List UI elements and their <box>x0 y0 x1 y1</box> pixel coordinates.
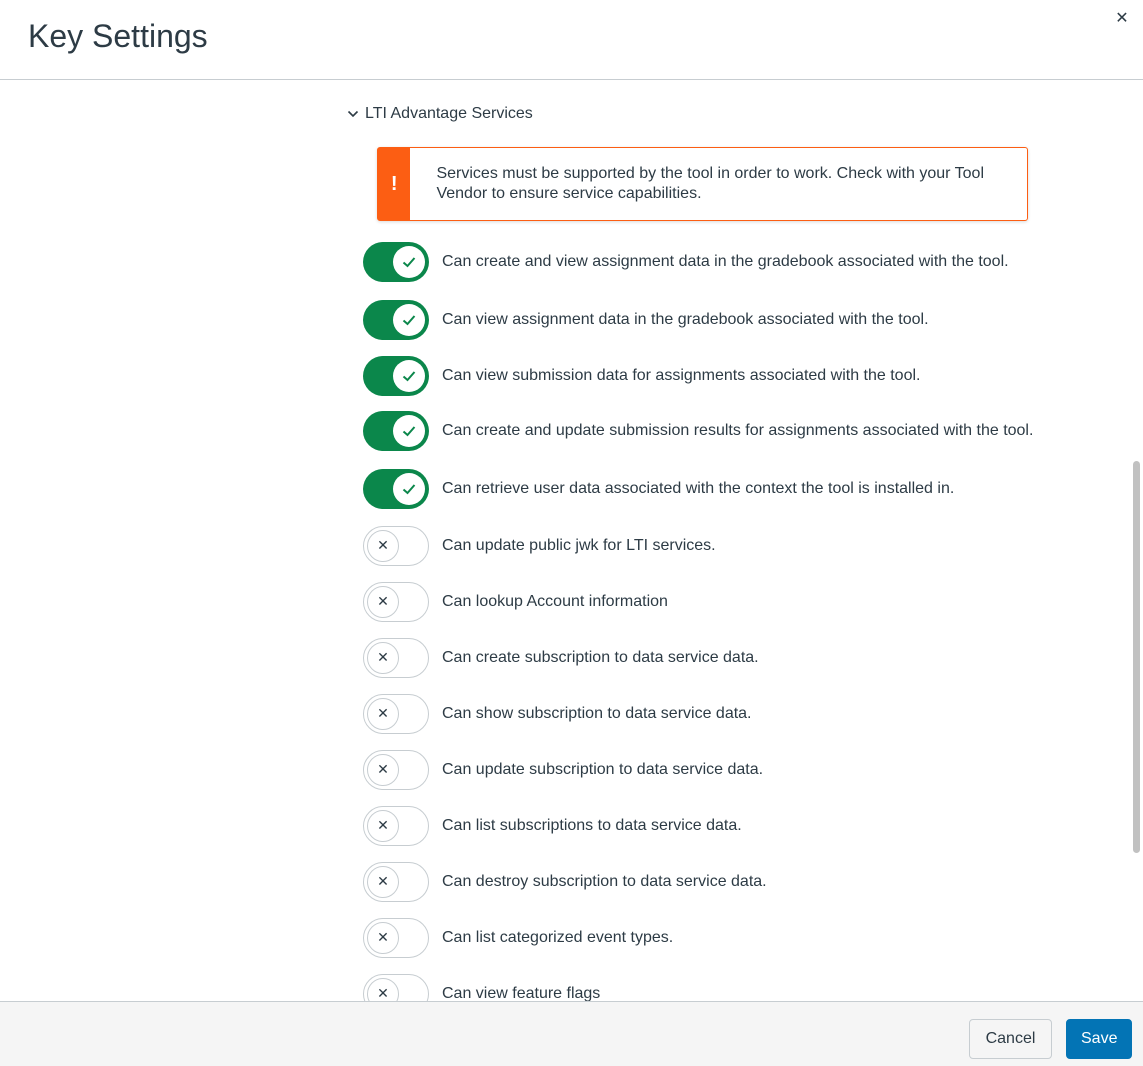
toggle-knob <box>393 415 425 447</box>
scrollbar-track[interactable] <box>1129 81 1143 1001</box>
save-button[interactable]: Save <box>1066 1019 1132 1059</box>
service-toggle-label: Can update public jwk for LTI services. <box>442 537 716 554</box>
service-toggle-label: Can view assignment data in the gradeboo… <box>442 311 929 328</box>
toggle-knob <box>393 304 425 336</box>
x-icon: ✕ <box>377 538 389 554</box>
section-label: LTI Advantage Services <box>365 105 533 122</box>
x-icon: ✕ <box>377 930 389 946</box>
close-icon: ✕ <box>1115 7 1129 27</box>
x-icon: ✕ <box>377 706 389 722</box>
toggle-knob: ✕ <box>367 586 399 618</box>
x-icon: ✕ <box>377 762 389 778</box>
x-icon: ✕ <box>377 594 389 610</box>
service-toggle-switch[interactable]: ✕ <box>363 974 429 1001</box>
x-icon: ✕ <box>377 650 389 666</box>
toggle-knob: ✕ <box>367 978 399 1001</box>
checkmark-icon <box>402 315 416 326</box>
service-toggle-row: Can view submission data for assignments… <box>363 356 1043 396</box>
toggle-knob <box>393 473 425 505</box>
service-toggle-label: Can retrieve user data associated with t… <box>442 480 955 497</box>
service-toggle-label: Can show subscription to data service da… <box>442 705 752 722</box>
x-icon: ✕ <box>377 818 389 834</box>
service-toggle-row: ✕ Can lookup Account information <box>363 582 1043 622</box>
chevron-down-icon <box>347 110 359 118</box>
service-toggle-label: Can view feature flags <box>442 985 601 1001</box>
service-toggle-row: Can retrieve user data associated with t… <box>363 469 1043 509</box>
service-toggle-row: ✕ Can update subscription to data service… <box>363 750 1043 790</box>
warning-alert: ! Services must be supported by the tool… <box>377 147 1028 221</box>
warning-icon: ! <box>378 148 411 220</box>
toggle-knob: ✕ <box>367 642 399 674</box>
service-toggle-label: Can view submission data for assignments… <box>442 367 921 384</box>
service-toggle-row: ✕ Can show subscription to data service d… <box>363 694 1043 734</box>
service-toggle-switch[interactable]: ✕ <box>363 582 429 622</box>
toggle-knob: ✕ <box>367 810 399 842</box>
service-toggle-row: ✕ Can list categorized event types. <box>363 918 1043 958</box>
scrollbar-thumb[interactable] <box>1133 461 1140 853</box>
service-toggle-switch[interactable] <box>363 242 429 282</box>
service-toggle-row: ✕ Can create subscription to data service… <box>363 638 1043 678</box>
service-toggle-label: Can lookup Account information <box>442 593 668 610</box>
service-toggle-row: Can create and view assignment data in t… <box>363 242 1043 282</box>
modal-header: Key Settings ✕ <box>0 0 1143 80</box>
toggle-knob: ✕ <box>367 530 399 562</box>
checkmark-icon <box>402 257 416 268</box>
modal-footer: Cancel Save <box>0 1001 1143 1066</box>
toggle-knob <box>393 246 425 278</box>
service-toggle-label: Can create subscription to data service … <box>442 649 759 666</box>
service-toggle-label: Can destroy subscription to data service… <box>442 873 767 890</box>
service-toggle-label: Can create and view assignment data in t… <box>442 253 1009 270</box>
service-toggle-switch[interactable]: ✕ <box>363 918 429 958</box>
service-toggle-switch[interactable]: ✕ <box>363 638 429 678</box>
service-toggle-row: Can view assignment data in the gradeboo… <box>363 300 1043 340</box>
checkmark-icon <box>402 426 416 437</box>
service-toggle-row: ✕ Can view feature flags <box>363 974 1043 1001</box>
service-toggle-switch[interactable] <box>363 469 429 509</box>
toggle-knob: ✕ <box>367 922 399 954</box>
service-toggle-label: Can create and update submission results… <box>442 422 1034 439</box>
service-toggle-switch[interactable]: ✕ <box>363 862 429 902</box>
checkmark-icon <box>402 371 416 382</box>
service-toggle-switch[interactable] <box>363 300 429 340</box>
service-toggle-label: Can list subscriptions to data service d… <box>442 817 742 834</box>
service-toggle-switch[interactable]: ✕ <box>363 526 429 566</box>
service-toggle-row: ✕ Can destroy subscription to data servic… <box>363 862 1043 902</box>
checkmark-icon <box>402 484 416 495</box>
toggle-knob: ✕ <box>367 866 399 898</box>
cancel-button[interactable]: Cancel <box>969 1019 1052 1059</box>
x-icon: ✕ <box>377 986 389 1001</box>
toggle-knob: ✕ <box>367 754 399 786</box>
close-button[interactable]: ✕ <box>1111 6 1133 28</box>
service-toggle-row: ✕ Can list subscriptions to data service … <box>363 806 1043 846</box>
service-toggle-switch[interactable]: ✕ <box>363 694 429 734</box>
x-icon: ✕ <box>377 874 389 890</box>
service-toggle-switch[interactable]: ✕ <box>363 806 429 846</box>
service-toggle-row: Can create and update submission results… <box>363 411 1043 451</box>
service-toggle-switch[interactable]: ✕ <box>363 750 429 790</box>
service-toggle-switch[interactable] <box>363 411 429 451</box>
modal-title: Key Settings <box>28 18 208 54</box>
service-toggle-label: Can update subscription to data service … <box>442 761 764 778</box>
service-toggle-row: ✕ Can update public jwk for LTI services. <box>363 526 1043 566</box>
toggle-knob <box>393 360 425 392</box>
toggle-knob: ✕ <box>367 698 399 730</box>
section-toggle-lti-advantage-services[interactable]: LTI Advantage Services <box>347 105 533 123</box>
modal-body[interactable]: LTI Advantage Services ! Services must b… <box>0 81 1143 1001</box>
service-toggle-switch[interactable] <box>363 356 429 396</box>
service-toggle-label: Can list categorized event types. <box>442 929 674 946</box>
alert-message: Services must be supported by the tool i… <box>436 165 984 202</box>
